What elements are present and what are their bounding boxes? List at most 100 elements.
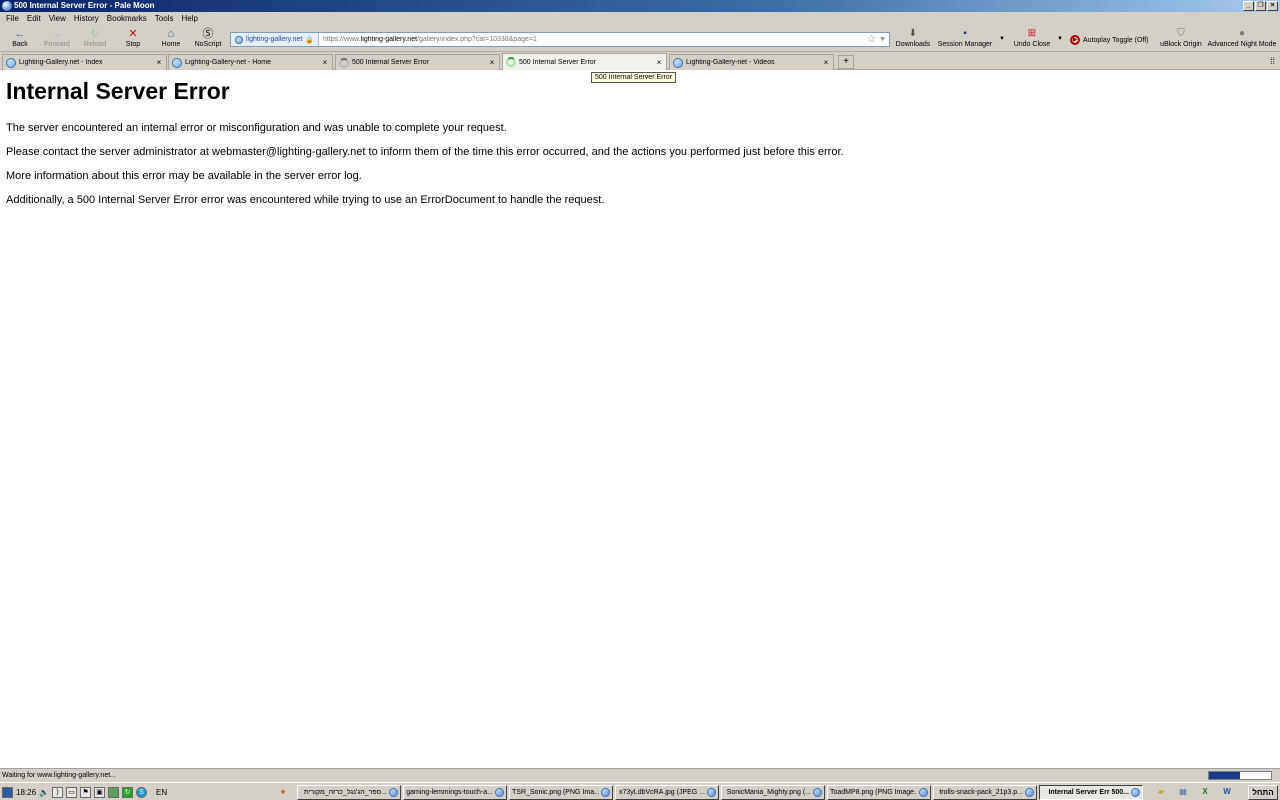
tab-500-error-1[interactable]: 500 Internal Server Error × <box>335 54 500 70</box>
start-button[interactable]: התחל <box>1248 785 1278 800</box>
url-bar[interactable]: lighting-gallery.net 🔒 https://www.light… <box>230 32 890 47</box>
skype-icon[interactable]: S <box>136 786 147 798</box>
minimize-button[interactable]: _ <box>1243 1 1254 11</box>
downloads-button[interactable]: ⬇ Downloads <box>894 28 932 51</box>
error-paragraph-3: More information about this error may be… <box>6 170 362 182</box>
menu-bar: File Edit View History Bookmarks Tools H… <box>0 12 1280 26</box>
undo-close-tab-icon: ⊞ <box>1027 28 1037 39</box>
error-paragraph-4: Additionally, a 500 Internal Server Erro… <box>6 194 605 206</box>
taskbar-button-tsr-sonic[interactable]: TSR_Sonic.png (PNG Ima... <box>509 785 613 800</box>
taskbar-button-sonicmania[interactable]: SonicMania_Mighty.png (... <box>721 785 825 800</box>
network-monitor-icon[interactable]: ▣ <box>94 786 105 798</box>
site-identity[interactable]: lighting-gallery.net 🔒 <box>231 33 320 46</box>
progress-fill <box>1209 772 1240 779</box>
navigation-toolbar: ← Back → Forward ↻ Reload ✕ Stop ⌂ Home … <box>0 27 1280 52</box>
globe-icon <box>172 57 182 68</box>
session-manager-dropdown-icon[interactable]: ▼ <box>999 36 1005 42</box>
folder-icon[interactable]: ▰ <box>1155 786 1167 798</box>
menu-help[interactable]: Help <box>177 12 201 26</box>
menu-bookmarks[interactable]: Bookmarks <box>103 12 151 26</box>
taskbar-button-internal-server-error[interactable]: Internal Server Err 500... <box>1039 785 1143 800</box>
menu-history[interactable]: History <box>70 12 103 26</box>
globe-icon <box>6 57 16 68</box>
url-text[interactable]: https://www.lighting-gallery.net/gallery… <box>319 36 867 43</box>
restore-button[interactable]: ❐ <box>1255 1 1266 11</box>
lock-icon: 🔒 <box>305 36 315 44</box>
forward-arrow-icon: → <box>51 28 63 40</box>
home-button[interactable]: ⌂ Home <box>157 28 185 51</box>
globe-icon <box>673 57 683 68</box>
close-tab-icon[interactable]: × <box>822 58 830 67</box>
error-paragraph-1: The server encountered an internal error… <box>6 122 507 134</box>
reload-button[interactable]: ↻ Reload <box>80 28 110 51</box>
pale-moon-icon <box>813 788 822 797</box>
list-all-tabs-icon[interactable]: ⁞⁞ <box>1270 56 1275 66</box>
status-bar: Waiting for www.lighting-gallery.net... <box>0 768 1280 782</box>
system-tray: 18:26 🔈 ) ▭ ⚑ ▣ ↻ S EN <box>0 784 167 800</box>
session-manager-button[interactable]: ▪ Session Manager <box>936 28 994 51</box>
tab-500-error-2[interactable]: 500 Internal Server Error × <box>502 53 667 70</box>
forward-button[interactable]: → Forward <box>40 28 74 51</box>
menu-edit[interactable]: Edit <box>23 12 45 26</box>
taskbar-button-lemmings[interactable]: gaming-lemmings-touch-a... <box>403 785 507 800</box>
autoplay-toggle-button[interactable]: ▶ Autoplay Toggle (Off) <box>1070 34 1149 46</box>
undo-close-button[interactable]: ⊞ Undo Close <box>1011 28 1053 51</box>
document-icon[interactable]: ▤ <box>1177 786 1189 798</box>
show-desktop-icon[interactable] <box>2 786 13 798</box>
reload-icon: ↻ <box>90 28 100 40</box>
close-window-button[interactable]: × <box>1267 1 1278 11</box>
tray-app-icon[interactable] <box>108 786 119 798</box>
noscript-button[interactable]: Ⓢ NoScript <box>192 28 224 51</box>
close-tab-icon[interactable]: × <box>321 58 329 67</box>
window-title: 500 Internal Server Error - Pale Moon <box>14 1 155 10</box>
home-icon: ⌂ <box>167 28 175 40</box>
tab-lighting-gallery-index[interactable]: Lighting-Gallery.net - Index × <box>2 54 167 70</box>
taskbar-button-trolls[interactable]: trolls-snack-pack_21p3.p... <box>933 785 1037 800</box>
pale-moon-icon <box>601 788 610 797</box>
page-content: Internal Server Error The server encount… <box>0 70 1280 768</box>
firefox-icon[interactable]: ● <box>277 786 289 798</box>
ublock-origin-button[interactable]: ⛉ uBlock Origin <box>1159 28 1203 51</box>
pale-moon-icon <box>919 788 928 797</box>
pale-moon-icon <box>1025 788 1034 797</box>
refresh-sync-icon[interactable]: ↻ <box>122 786 133 798</box>
loading-spinner-icon <box>339 57 349 68</box>
speaker-icon[interactable]: ) <box>52 786 63 798</box>
excel-icon[interactable]: X <box>1199 786 1211 798</box>
night-mode-button[interactable]: ● Advanced Night Mode <box>1206 28 1278 51</box>
title-bar: 500 Internal Server Error - Pale Moon _ … <box>0 0 1280 12</box>
flag-icon[interactable]: ⚑ <box>80 786 91 798</box>
language-indicator[interactable]: EN <box>156 788 167 797</box>
taskbar-button-jungle-book[interactable]: ספר_הג'נגל_כרזה_מקורית... <box>297 785 401 800</box>
word-icon[interactable]: W <box>1221 786 1233 798</box>
back-button[interactable]: ← Back <box>6 28 34 51</box>
taskbar: 18:26 🔈 ) ▭ ⚑ ▣ ↻ S EN ● ספר_הג'נגל_כרזה… <box>0 782 1280 800</box>
stop-button[interactable]: ✕ Stop <box>120 28 146 51</box>
pale-moon-icon <box>707 788 716 797</box>
taskbar-button-toadmp8[interactable]: ToadMP8.png (PNG Image... <box>827 785 931 800</box>
close-tab-icon[interactable]: × <box>155 58 163 67</box>
close-tab-icon[interactable]: × <box>488 58 496 67</box>
pale-moon-icon <box>2 1 12 11</box>
floppy-disk-icon: ▪ <box>963 28 967 39</box>
taskbar-button-x73y[interactable]: x73yLdbVcRA.jpg (JPEG ... <box>615 785 719 800</box>
network-icon[interactable]: ▭ <box>66 786 77 798</box>
menu-view[interactable]: View <box>45 12 70 26</box>
undo-close-dropdown-icon[interactable]: ▼ <box>1057 36 1063 42</box>
tab-strip: Lighting-Gallery.net - Index × Lighting-… <box>0 53 1280 70</box>
error-paragraph-2: Please contact the server administrator … <box>6 146 844 158</box>
menu-file[interactable]: File <box>2 12 23 26</box>
new-tab-button[interactable]: + <box>838 55 854 69</box>
menu-tools[interactable]: Tools <box>151 12 178 26</box>
tab-lighting-gallery-home[interactable]: Lighting-Gallery-net - Home × <box>168 54 333 70</box>
noscript-icon: Ⓢ <box>202 28 214 40</box>
volume-icon[interactable]: 🔈 <box>39 788 49 797</box>
tab-lighting-gallery-videos[interactable]: Lighting-Gallery-net - Videos × <box>669 54 834 70</box>
loading-spinner-icon <box>506 57 516 67</box>
clock: 18:26 <box>16 787 37 797</box>
close-tab-icon[interactable]: × <box>655 58 663 67</box>
autoplay-blocked-icon: ▶ <box>1070 35 1080 45</box>
pale-moon-icon <box>1131 788 1140 797</box>
bookmark-star-icon[interactable]: ☆ <box>867 34 876 46</box>
url-dropdown-icon[interactable]: ▼ <box>879 34 886 46</box>
